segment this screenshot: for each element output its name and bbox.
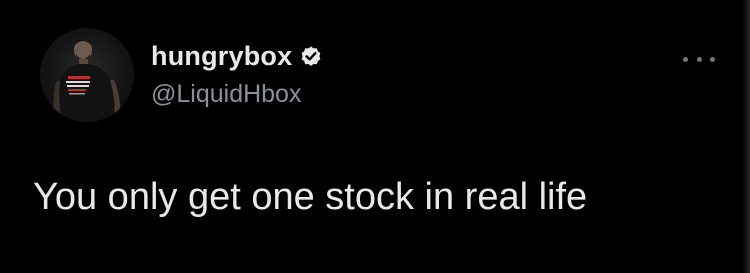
more-options-icon <box>710 56 715 62</box>
tweet-card: hungrybox @LiquidHbox You only get one s… <box>0 0 750 273</box>
tweet-text: You only get one stock in real life <box>33 176 588 218</box>
verified-badge-icon <box>299 44 323 68</box>
author-handle[interactable]: @LiquidHbox <box>151 80 301 109</box>
more-options-icon <box>696 56 702 62</box>
avatar-photo <box>53 38 121 122</box>
more-options-icon <box>683 56 688 62</box>
author-display-name[interactable]: hungrybox <box>151 41 292 72</box>
screen-edge <box>742 0 750 273</box>
avatar[interactable] <box>40 28 134 122</box>
author-name-row: hungrybox <box>151 40 323 72</box>
more-options-button[interactable] <box>683 50 715 68</box>
